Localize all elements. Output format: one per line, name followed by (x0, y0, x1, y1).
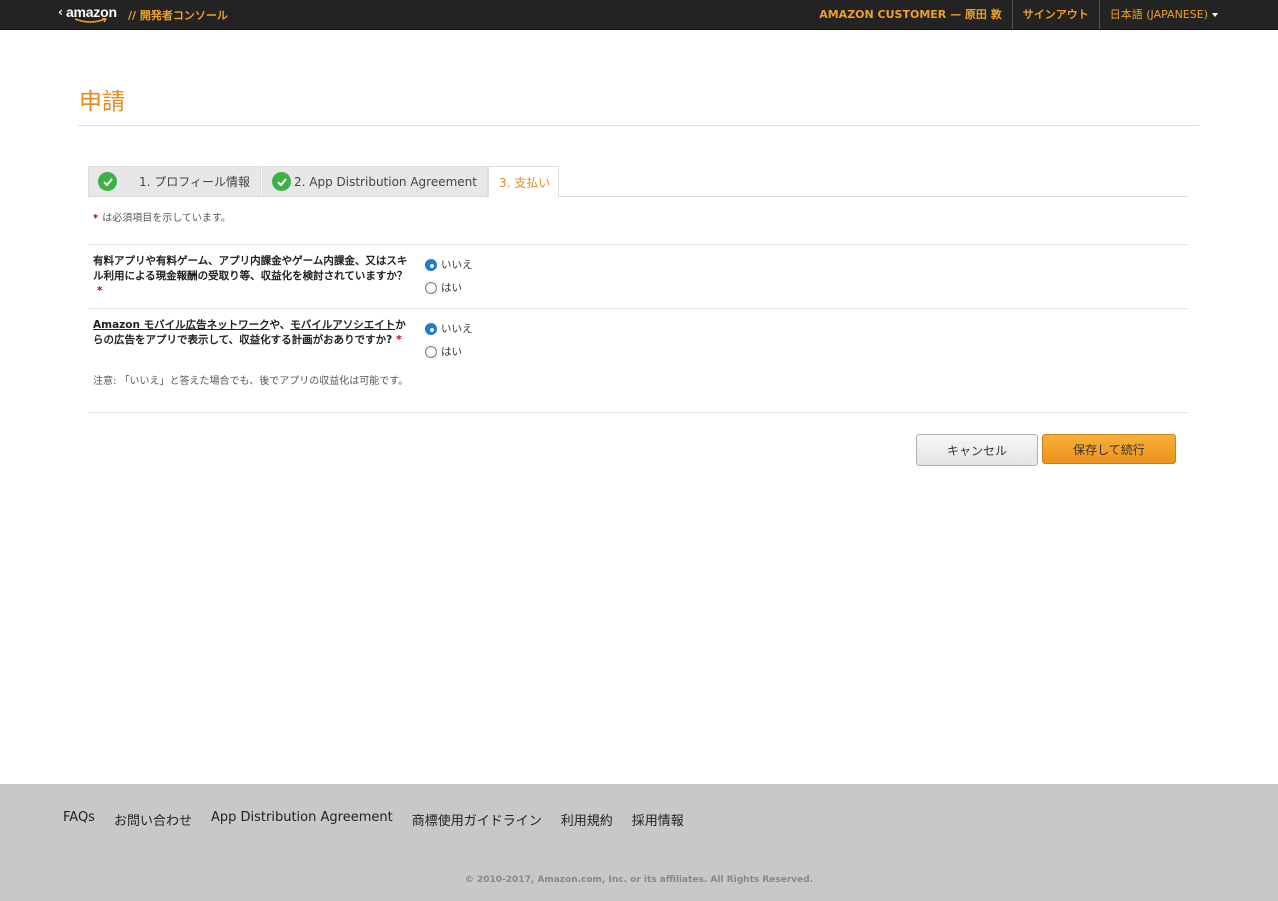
radio-selected-icon[interactable] (425, 322, 437, 335)
option-label: いいえ (441, 323, 473, 335)
mobile-associates-link[interactable]: モバイルアソシエイト (290, 319, 395, 331)
question-ads: Amazon モバイル広告ネットワークや、モバイルアソシエイトからの広告をアプリ… (93, 318, 415, 348)
form-divider (88, 244, 1188, 245)
title-divider (78, 125, 1199, 126)
developer-console-title[interactable]: // 開発者コンソール (128, 7, 228, 23)
footer-link-careers[interactable]: 採用情報 (632, 810, 684, 829)
required-note-text: は必須項目を示しています。 (102, 213, 231, 224)
form-divider (88, 412, 1188, 413)
q2-option-yes[interactable]: はい (425, 344, 462, 359)
language-label: 日本語 (JAPANESE) (1109, 8, 1208, 21)
footer-link-faqs[interactable]: FAQs (63, 810, 95, 829)
tab-payment[interactable]: 3. 支払い (488, 166, 559, 197)
footer-link-terms[interactable]: 利用規約 (561, 810, 613, 829)
question-monetization: 有料アプリや有料ゲーム、アプリ内課金やゲーム内課金、又はスキル利用による現金報酬… (93, 254, 415, 299)
tab-label: 1. プロフィール情報 (138, 175, 250, 189)
radio-selected-icon[interactable] (425, 258, 437, 271)
required-star: * (97, 285, 103, 297)
required-star: * (396, 334, 402, 346)
user-name-link[interactable]: AMAZON CUSTOMER — 原田 敦 (809, 0, 1012, 29)
top-navigation-bar: ‹ amazon // 開発者コンソール AMAZON CUSTOMER — 原… (0, 0, 1278, 30)
save-continue-button[interactable]: 保存して続行 (1042, 434, 1176, 464)
step-tabs: 1. プロフィール情報 2. App Distribution Agreemen… (88, 166, 1188, 197)
option-label: はい (441, 346, 462, 358)
footer-link-contact[interactable]: お問い合わせ (114, 810, 192, 829)
footer-link-trademark[interactable]: 商標使用ガイドライン (412, 810, 542, 829)
tab-agreement[interactable]: 2. App Distribution Agreement (262, 166, 488, 196)
signout-link[interactable]: サインアウト (1011, 0, 1099, 29)
footer-links: FAQs お問い合わせ App Distribution Agreement 商… (63, 810, 703, 829)
radio-unselected-icon[interactable] (425, 345, 437, 358)
monetization-note: 注意: 「いいえ」と答えた場合でも、後でアプリの収益化は可能です。 (93, 376, 409, 387)
caret-down-icon (1212, 13, 1218, 17)
option-label: はい (441, 282, 462, 294)
language-selector[interactable]: 日本語 (JAPANESE) (1098, 0, 1228, 29)
account-menu: AMAZON CUSTOMER — 原田 敦 サインアウト 日本語 (JAPAN… (809, 0, 1228, 29)
q2-option-no[interactable]: いいえ (425, 321, 473, 336)
copyright-text: © 2010-2017, Amazon.com, Inc. or its aff… (464, 875, 814, 885)
question-text: 有料アプリや有料ゲーム、アプリ内課金やゲーム内課金、又はスキル利用による現金報酬… (93, 255, 408, 282)
ad-network-link[interactable]: Amazon モバイル広告ネットワーク (93, 319, 270, 331)
page-title: 申請 (79, 89, 125, 115)
cancel-button[interactable]: キャンセル (916, 434, 1038, 466)
chevron-left-icon: ‹ (58, 5, 63, 19)
radio-unselected-icon[interactable] (425, 281, 437, 294)
q1-option-yes[interactable]: はい (425, 280, 462, 295)
tab-profile[interactable]: 1. プロフィール情報 (88, 166, 261, 196)
tab-label: 2. App Distribution Agreement (294, 174, 477, 189)
question-connector: や、 (269, 319, 291, 331)
required-fields-note: * は必須項目を示しています。 (93, 209, 231, 224)
footer: FAQs お問い合わせ App Distribution Agreement 商… (0, 784, 1278, 901)
form-divider (88, 308, 1188, 309)
q1-option-no[interactable]: いいえ (425, 257, 473, 272)
check-circle-icon (98, 172, 117, 191)
check-circle-icon (272, 172, 291, 191)
option-label: いいえ (441, 259, 473, 271)
amazon-smile-icon (74, 18, 108, 23)
amazon-logo[interactable]: ‹ amazon (58, 4, 117, 23)
required-star: * (93, 213, 99, 224)
footer-link-agreement[interactable]: App Distribution Agreement (211, 810, 393, 829)
tab-label: 3. 支払い (499, 175, 551, 190)
